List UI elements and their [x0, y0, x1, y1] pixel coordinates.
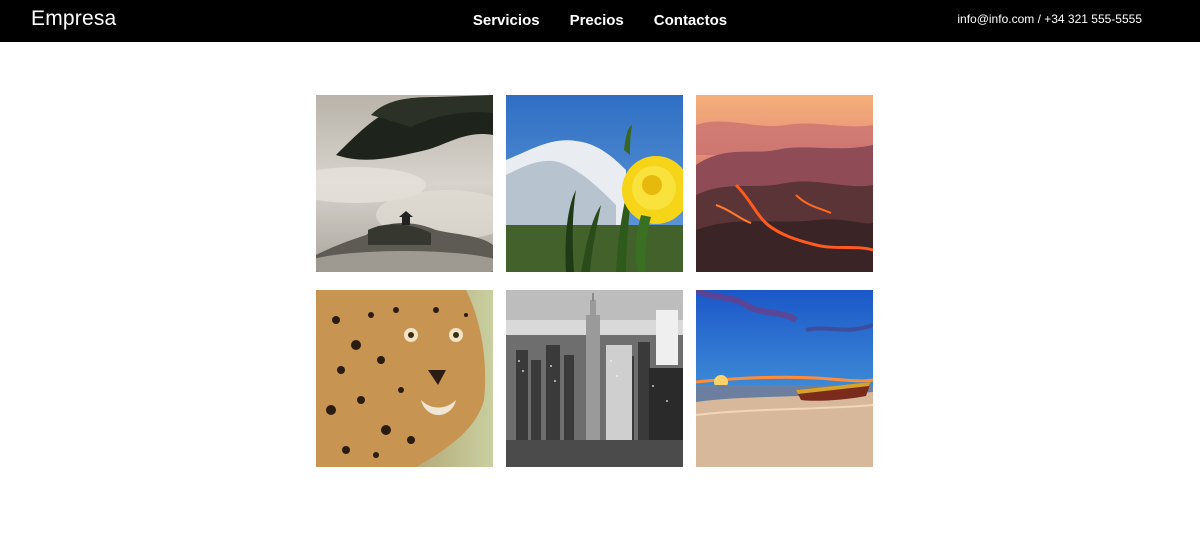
brand-logo-link[interactable]: Empresa	[31, 7, 116, 31]
contact-info: info@info.com / +34 321 555-5555	[957, 12, 1142, 26]
nav-link-precios[interactable]: Precios	[570, 12, 624, 29]
gallery-image-misty-hills[interactable]	[316, 95, 493, 272]
misty-hills-image	[316, 95, 493, 272]
beach-sunset-image	[696, 290, 873, 467]
city-skyline-image	[506, 290, 683, 467]
image-gallery	[316, 95, 873, 467]
gallery-image-dandelion[interactable]	[506, 95, 683, 272]
top-navbar: Empresa Servicios Precios Contactos info…	[0, 0, 1200, 42]
volcanic-mountains-image	[696, 95, 873, 272]
leopard-image	[316, 290, 493, 467]
gallery-image-volcanic-mountains[interactable]	[696, 95, 873, 272]
nav-link-contactos[interactable]: Contactos	[654, 12, 727, 29]
dandelion-image	[506, 95, 683, 272]
nav-link-servicios[interactable]: Servicios	[473, 12, 540, 29]
gallery-image-leopard[interactable]	[316, 290, 493, 467]
gallery-image-beach-sunset[interactable]	[696, 290, 873, 467]
gallery-image-city-skyline[interactable]	[506, 290, 683, 467]
